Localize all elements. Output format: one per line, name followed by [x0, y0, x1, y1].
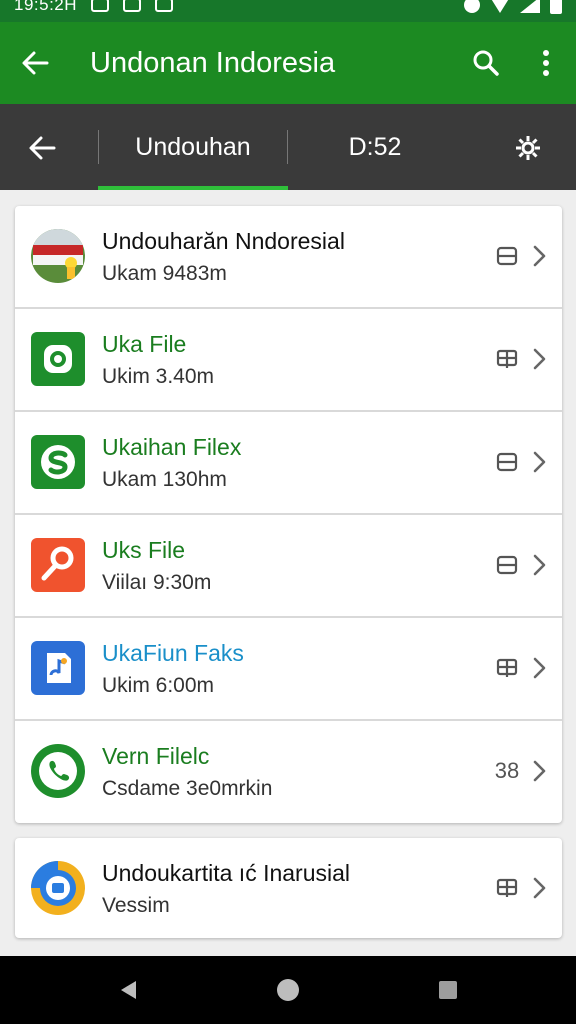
back-button[interactable] [0, 22, 70, 104]
triangle-back-icon [121, 981, 136, 999]
chevron-right-icon [529, 551, 549, 579]
search-button[interactable] [456, 22, 516, 104]
gear-icon [516, 136, 540, 160]
wifi-icon [490, 0, 510, 13]
storage-icon [496, 555, 518, 575]
storage-button[interactable] [493, 551, 521, 579]
grid-button[interactable] [493, 345, 521, 373]
grid-icon [496, 878, 518, 897]
settings-button[interactable] [500, 126, 556, 170]
back-arrow-icon [22, 51, 49, 75]
list-item[interactable]: Vern Filelc Csdame 3e0mrkin 38 [15, 721, 562, 824]
orange-key-icon [31, 538, 85, 592]
list-item[interactable]: Uks File Viilaı 9:30m [15, 515, 562, 618]
list-item[interactable]: Uka File Ukim 3.40m [15, 309, 562, 412]
storage-button[interactable] [493, 448, 521, 476]
item-subtitle: Csdame 3e0mrkin [102, 777, 273, 800]
status-bar: 19:5:2H [0, 0, 576, 22]
grid-button[interactable] [493, 874, 521, 902]
item-name: Vern Filelc [102, 743, 210, 769]
item-name: Ukaihan Filex [102, 434, 242, 460]
tab-downloads[interactable]: Undouhan [98, 104, 288, 190]
message-icon [155, 0, 174, 12]
storage-icon [496, 246, 518, 266]
secondary-list-card: Undoukartita ıć Inarusial Vessim [15, 838, 562, 938]
blue-note-icon [31, 641, 85, 695]
storage-button[interactable] [493, 242, 521, 270]
tab-divider [287, 130, 288, 164]
phone-icon [31, 744, 85, 798]
item-subtitle: Ukim 3.40m [102, 365, 215, 388]
item-action-count[interactable]: 38 [493, 757, 521, 785]
download-list-card: Undouharăn Nndoresial Ukam 9483m Uka Fil… [15, 206, 562, 823]
more-vert-icon [543, 50, 549, 76]
item-name: Uks File [102, 537, 186, 563]
list-item[interactable]: UkaFiun Faks Ukim 6:00m [15, 618, 562, 721]
grid-icon [496, 658, 518, 677]
item-name: Undoukartita ıć Inarusial [102, 860, 351, 886]
chevron-right-icon [529, 242, 549, 270]
green-s-icon [31, 435, 85, 489]
flag-photo-icon [31, 229, 85, 283]
item-subtitle: Vessim [102, 894, 170, 917]
tab-time[interactable]: D:52 [300, 104, 450, 190]
mail-icon [123, 0, 142, 12]
storage-icon [496, 452, 518, 472]
item-subtitle: Viilaı 9:30m [102, 571, 212, 594]
signal-icon [520, 0, 540, 13]
chevron-right-icon [529, 874, 549, 902]
item-subtitle: Ukim 6:00m [102, 674, 215, 697]
list-item[interactable]: Undoukartita ıć Inarusial Vessim [15, 838, 562, 938]
chevron-right-icon [529, 654, 549, 682]
chevron-right-icon [529, 757, 549, 785]
list-item[interactable]: Ukaihan Filex Ukam 130hm [15, 412, 562, 515]
nav-recents-button[interactable] [424, 970, 472, 1010]
grid-button[interactable] [493, 654, 521, 682]
item-subtitle: Ukam 9483m [102, 262, 227, 285]
battery-icon [550, 0, 562, 14]
item-subtitle: Ukam 130hm [102, 468, 227, 491]
item-name: Uka File [102, 331, 187, 357]
list-item[interactable]: Undouharăn Nndoresial Ukam 9483m [15, 206, 562, 309]
system-nav-bar [0, 956, 576, 1024]
page-title: Undonan Indoresia [90, 46, 336, 79]
chrome-like-icon [31, 861, 85, 915]
grid-icon [496, 349, 518, 368]
tab-back-button[interactable] [14, 126, 70, 170]
status-time: 19:5:2H [14, 0, 78, 14]
overflow-menu-button[interactable] [516, 22, 576, 104]
item-name: Undouharăn Nndoresial [102, 228, 345, 254]
nav-back-button[interactable] [104, 970, 152, 1010]
square-recents-icon [439, 981, 457, 999]
chevron-right-icon [529, 345, 549, 373]
status-dot-icon [464, 0, 480, 13]
tab-bar: Undouhan D:52 [0, 104, 576, 190]
back-arrow-icon [29, 136, 56, 160]
nav-home-button[interactable] [264, 970, 312, 1010]
item-name: UkaFiun Faks [102, 640, 244, 666]
chevron-right-icon [529, 448, 549, 476]
green-app-icon [31, 332, 85, 386]
search-icon [473, 50, 499, 76]
app-bar: Undonan Indoresia [0, 22, 576, 104]
circle-home-icon [277, 979, 299, 1001]
notification-icon [91, 0, 110, 12]
